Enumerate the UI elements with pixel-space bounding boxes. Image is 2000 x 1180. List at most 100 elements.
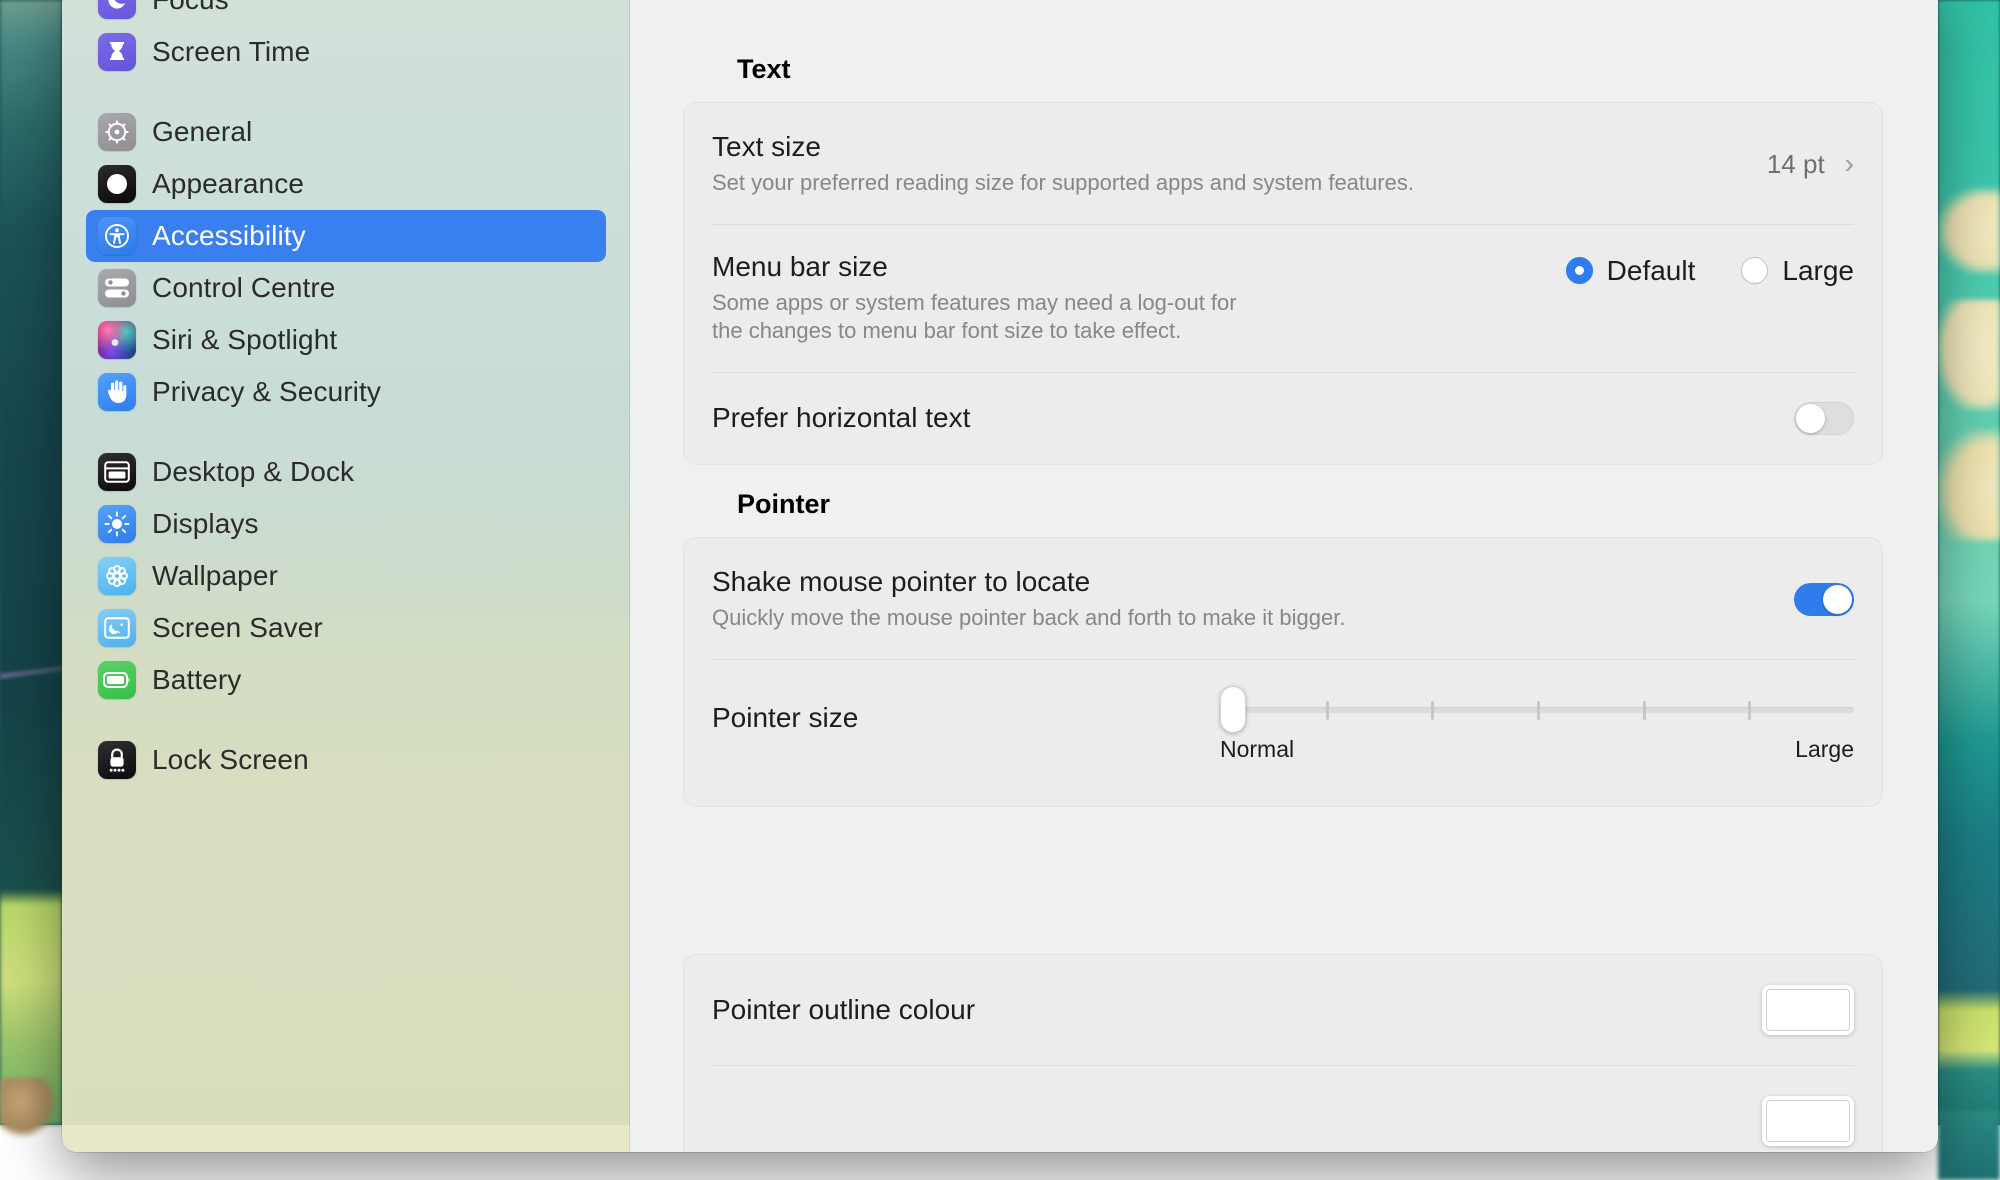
pointer-outline-colour-label: Pointer outline colour [712, 994, 1762, 1026]
prefer-horizontal-text-toggle[interactable] [1794, 402, 1854, 435]
sidebar-item-label: Appearance [152, 168, 304, 200]
pointer-size-label: Pointer size [712, 702, 1220, 734]
system-settings-window: Focus Screen Time General Appearance Accessi… [62, 0, 1938, 1152]
sidebar-item-focus[interactable]: Focus [86, 0, 606, 26]
row-pointer-fill-colour-partial[interactable] [684, 1066, 1882, 1152]
sidebar-item-label: Screen Time [152, 36, 310, 68]
sidebar-item-displays[interactable]: Displays [86, 498, 606, 550]
menu-bar-size-description-line1: Some apps or system features may need a … [712, 289, 1566, 318]
menu-bar-size-option-default[interactable]: Default [1566, 255, 1696, 287]
wallpaper-right-cloud-2 [1938, 300, 2000, 410]
sidebar-item-label: Focus [152, 0, 229, 16]
sidebar-item-label: Desktop & Dock [152, 456, 354, 488]
slider-tick [1748, 701, 1751, 720]
sidebar-group-separator [86, 418, 606, 446]
menu-bar-size-label: Menu bar size [712, 251, 1566, 283]
moon-icon [98, 0, 136, 19]
padlock-icon [98, 741, 136, 779]
toggle-knob [1796, 404, 1825, 433]
sidebar-item-appearance[interactable]: Appearance [86, 158, 606, 210]
sidebar-item-general[interactable]: General [86, 106, 606, 158]
sidebar-list: Focus Screen Time General Appearance Accessi… [86, 0, 606, 786]
sidebar-item-control-centre[interactable]: Control Centre [86, 262, 606, 314]
row-menu-bar-size[interactable]: Menu bar size Some apps or system featur… [684, 225, 1882, 372]
slider-tick [1537, 701, 1540, 720]
sidebar-item-screen-time[interactable]: Screen Time [86, 26, 606, 78]
radio-button[interactable] [1566, 257, 1593, 284]
menu-bar-size-description-line2: the changes to menu bar font size to tak… [712, 317, 1566, 346]
accessibility-person-icon [98, 217, 136, 255]
sidebar-item-privacy-security[interactable]: Privacy & Security [86, 366, 606, 418]
sidebar-item-label: Privacy & Security [152, 376, 381, 408]
pointer-outline-card: Pointer outline colour [683, 954, 1883, 1152]
prefer-horizontal-text-label: Prefer horizontal text [712, 402, 1794, 434]
text-size-description: Set your preferred reading size for supp… [712, 169, 1767, 198]
slider-tick [1431, 701, 1434, 720]
sidebar-item-label: Screen Saver [152, 612, 323, 644]
sidebar-item-label: Accessibility [152, 220, 306, 252]
row-text-size[interactable]: Text size Set your preferred reading siz… [684, 103, 1882, 224]
sidebar-item-wallpaper[interactable]: Wallpaper [86, 550, 606, 602]
hourglass-icon [98, 33, 136, 71]
pointer-fill-colour-well[interactable] [1762, 1096, 1854, 1146]
wallpaper-left-blob [0, 1078, 56, 1138]
sidebar-group-separator [86, 706, 606, 734]
wallpaper-right-strip [1938, 0, 2000, 1125]
flower-icon [98, 557, 136, 595]
menu-bar-size-option-large[interactable]: Large [1741, 255, 1854, 287]
pointer-outline-colour-well[interactable] [1762, 985, 1854, 1035]
radio-label: Large [1782, 255, 1854, 287]
sidebar-item-label: Battery [152, 664, 241, 696]
wallpaper-right-cloud-3 [1938, 430, 2000, 540]
sliders-icon [98, 269, 136, 307]
gear-icon [98, 113, 136, 151]
sidebar-item-screen-saver[interactable]: Screen Saver [86, 602, 606, 654]
slider-knob[interactable] [1220, 686, 1246, 733]
radio-button[interactable] [1741, 257, 1768, 284]
menu-bar-size-radio-group[interactable]: Default Large [1566, 255, 1854, 287]
shake-to-locate-toggle[interactable] [1794, 583, 1854, 616]
shake-to-locate-description: Quickly move the mouse pointer back and … [712, 604, 1794, 633]
sidebar-item-siri-spotlight[interactable]: Siri & Spotlight [86, 314, 606, 366]
slider-max-label: Large [1795, 736, 1854, 763]
sidebar-item-lock-screen[interactable]: Lock Screen [86, 734, 606, 786]
sidebar-item-battery[interactable]: Battery [86, 654, 606, 706]
settings-content-pane[interactable]: Text Text size Set your preferred readin… [630, 0, 1938, 1152]
battery-icon [98, 661, 136, 699]
text-size-value: 14 pt [1767, 149, 1825, 180]
text-size-label: Text size [712, 131, 1767, 163]
slider-tick [1643, 701, 1646, 720]
row-prefer-horizontal-text[interactable]: Prefer horizontal text [684, 373, 1882, 464]
row-pointer-outline-colour[interactable]: Pointer outline colour [684, 955, 1882, 1065]
sidebar-item-label: Lock Screen [152, 744, 309, 776]
slider-range-labels: Normal Large [1220, 736, 1854, 763]
desktop-window-icon [98, 453, 136, 491]
section-heading-text: Text [737, 54, 791, 85]
sidebar-item-desktop-dock[interactable]: Desktop & Dock [86, 446, 606, 498]
appearance-contrast-icon [98, 165, 136, 203]
settings-sidebar[interactable]: Focus Screen Time General Appearance Accessi… [62, 0, 630, 1152]
sidebar-item-accessibility[interactable]: Accessibility [86, 210, 606, 262]
text-settings-card: Text size Set your preferred reading siz… [683, 102, 1883, 465]
pointer-settings-card: Shake mouse pointer to locate Quickly mo… [683, 537, 1883, 807]
wallpaper-right-hill [1938, 1110, 2000, 1180]
radio-label: Default [1607, 255, 1696, 287]
wallpaper-left-strip [0, 0, 62, 1125]
sidebar-group-separator [86, 78, 606, 106]
sidebar-item-label: Wallpaper [152, 560, 278, 592]
menu-bar-size-description: Some apps or system features may need a … [712, 289, 1566, 346]
chevron-right-icon[interactable]: › [1845, 150, 1854, 178]
wallpaper-right-cloud-1 [1938, 188, 2000, 274]
sidebar-item-label: General [152, 116, 252, 148]
sidebar-item-label: Siri & Spotlight [152, 324, 337, 356]
hand-raised-icon [98, 373, 136, 411]
sidebar-item-label: Control Centre [152, 272, 335, 304]
row-shake-to-locate[interactable]: Shake mouse pointer to locate Quickly mo… [684, 538, 1882, 659]
shake-to-locate-label: Shake mouse pointer to locate [712, 566, 1794, 598]
brightness-sun-icon [98, 505, 136, 543]
row-pointer-size[interactable]: Pointer size Normal Large [684, 660, 1882, 806]
section-heading-pointer: Pointer [737, 489, 830, 520]
screensaver-moon-icon [98, 609, 136, 647]
slider-min-label: Normal [1220, 736, 1294, 763]
sidebar-item-label: Displays [152, 508, 259, 540]
